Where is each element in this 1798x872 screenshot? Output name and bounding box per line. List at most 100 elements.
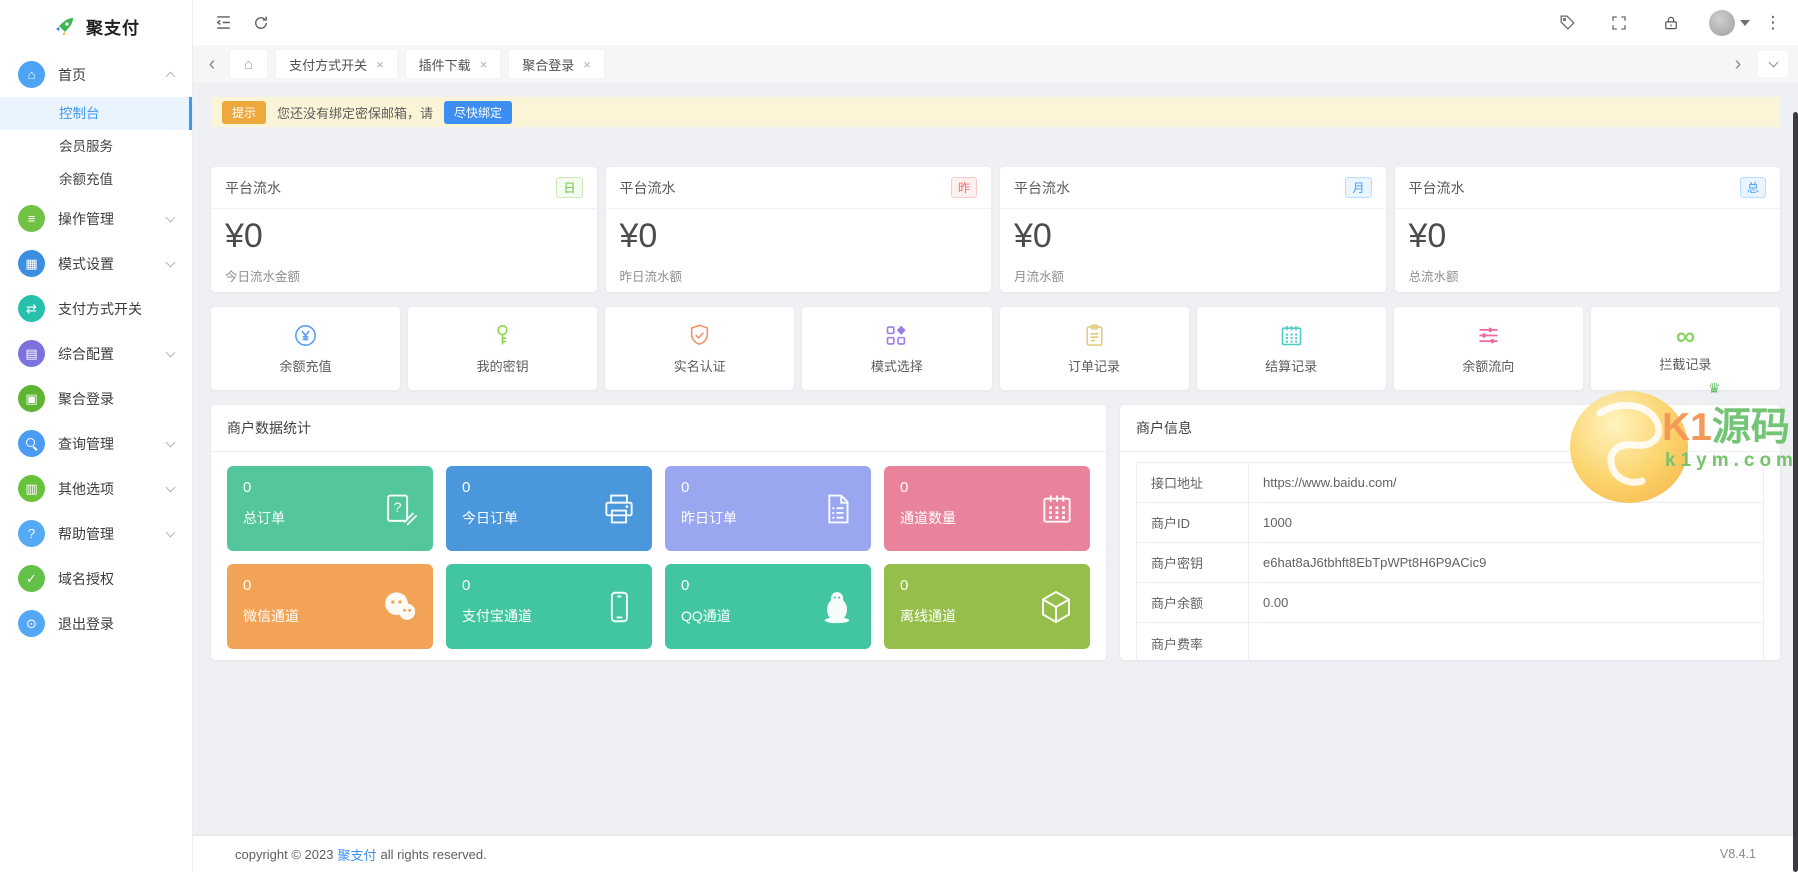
yen-circle-icon — [292, 322, 319, 349]
sidebar-item-aggregate-login[interactable]: ▣ 聚合登录 — [0, 376, 192, 421]
table-row: 商户ID 1000 — [1137, 503, 1763, 543]
clipboard-icon — [1081, 322, 1108, 349]
shield-check-icon — [686, 322, 713, 349]
lock-icon[interactable] — [1657, 9, 1685, 37]
tab-aggregate-login[interactable]: 聚合登录 × — [509, 50, 604, 78]
domain-auth-icon: ✓ — [18, 565, 45, 592]
sidebar-item-config[interactable]: ▤ 综合配置 — [0, 331, 192, 376]
sidebar-item-payment-switch[interactable]: ⇄ 支付方式开关 — [0, 286, 192, 331]
app-logo[interactable]: 聚支付 — [0, 0, 192, 46]
chevron-down-icon — [166, 527, 176, 537]
app-title: 聚支付 — [86, 14, 140, 39]
shortcut-real-name-auth[interactable]: 实名认证 — [605, 307, 794, 390]
sidebar-item-domain-auth[interactable]: ✓ 域名授权 — [0, 556, 192, 601]
tabs-dropdown-button[interactable] — [1758, 51, 1788, 77]
help-icon: ? — [18, 520, 45, 547]
stat-card-offline-channel: 0 离线通道 — [884, 564, 1090, 649]
close-icon[interactable]: × — [480, 57, 488, 72]
sidebar-item-member-service[interactable]: 会员服务 — [0, 130, 192, 163]
shortcut-balance-recharge[interactable]: 余额充值 — [211, 307, 400, 390]
calendar-icon — [1038, 490, 1076, 528]
flow-card-yesterday: 平台流水昨 ¥0 昨日流水额 — [606, 167, 992, 292]
home-submenu: 控制台 会员服务 余额充值 — [0, 97, 192, 196]
sidebar: 聚支付 ⌂ 首页 控制台 会员服务 余额充值 ≡ 操作管理 ▦ 模式设置 ⇄ 支… — [0, 0, 193, 872]
shortcut-settlement-records[interactable]: 结算记录 — [1197, 307, 1386, 390]
sidebar-menu: ⌂ 首页 控制台 会员服务 余额充值 ≡ 操作管理 ▦ 模式设置 ⇄ 支付方式开… — [0, 46, 192, 872]
flow-card-total: 平台流水总 ¥0 总流水额 — [1395, 167, 1781, 292]
home-icon: ⌂ — [244, 56, 253, 73]
tab-payment-switch[interactable]: 支付方式开关 × — [276, 50, 397, 78]
grid-diamond-icon — [883, 322, 910, 349]
copyright-suffix: all rights reserved. — [381, 847, 487, 862]
flow-label: 月流水额 — [1000, 256, 1386, 295]
stat-card-channel-count: 0 通道数量 — [884, 466, 1090, 551]
merchant-id-value: 1000 — [1249, 503, 1292, 542]
window-edge-scrollbar[interactable] — [1793, 112, 1798, 872]
tab-plugin-download[interactable]: 插件下载 × — [406, 50, 501, 78]
tag-icon[interactable] — [1553, 9, 1581, 37]
main-column: ⋮ ‹ ⌂ 支付方式开关 × 插件下载 × 聚合登录 × › 提示 您还没有绑定… — [193, 0, 1798, 872]
bind-email-button[interactable]: 尽快绑定 — [444, 101, 512, 124]
dashboard-content: 提示 您还没有绑定密保邮箱，请 尽快绑定 平台流水日 ¥0 今日流水金额 平台流… — [193, 83, 1798, 835]
merchant-info-panel: 商户信息 接口地址 https://www.baidu.com/ 商户ID 10… — [1120, 405, 1780, 660]
caret-down-icon — [1740, 20, 1750, 26]
sidebar-item-balance-recharge[interactable]: 余额充值 — [0, 163, 192, 196]
flow-value: ¥0 — [1000, 209, 1386, 256]
chevron-down-icon — [1768, 58, 1778, 68]
merchant-stats-panel: 商户数据统计 0 总订单 ? — [211, 405, 1106, 660]
chevron-up-icon — [166, 72, 176, 82]
sidebar-item-query[interactable]: 查询管理 — [0, 421, 192, 466]
chevron-down-icon — [166, 437, 176, 447]
svg-text:?: ? — [394, 500, 402, 516]
refresh-icon[interactable] — [247, 9, 275, 37]
flow-cards-row: 平台流水日 ¥0 今日流水金额 平台流水昨 ¥0 昨日流水额 平台流水月 ¥0 … — [211, 167, 1780, 292]
version-label: V8.4.1 — [1720, 847, 1756, 861]
search-icon — [18, 430, 45, 457]
sidebar-item-mode-settings[interactable]: ▦ 模式设置 — [0, 241, 192, 286]
sidebar-item-logout[interactable]: ⊙ 退出登录 — [0, 601, 192, 646]
shortcut-my-key[interactable]: 我的密钥 — [408, 307, 597, 390]
table-row: 商户余额 0.00 — [1137, 583, 1763, 623]
shortcut-intercept-records[interactable]: ∞ 拦截记录 — [1591, 307, 1780, 390]
sidebar-item-operations[interactable]: ≡ 操作管理 — [0, 196, 192, 241]
config-icon: ▤ — [18, 340, 45, 367]
payment-switch-icon: ⇄ — [18, 295, 45, 322]
sidebar-item-other-options[interactable]: ▥ 其他选项 — [0, 466, 192, 511]
panels-row: 商户数据统计 0 总订单 ? — [211, 405, 1780, 660]
user-menu[interactable] — [1709, 10, 1750, 36]
sidebar-item-console[interactable]: 控制台 — [0, 97, 192, 130]
tabs-back-icon[interactable]: ‹ — [203, 54, 221, 74]
sliders-icon — [1475, 322, 1502, 349]
kebab-icon[interactable]: ⋮ — [1764, 13, 1782, 33]
flow-label: 总流水额 — [1395, 256, 1781, 295]
tabs-forward-icon[interactable]: › — [1729, 54, 1747, 74]
footer-brand-link[interactable]: 聚支付 — [337, 845, 376, 864]
topbar: ⋮ — [193, 0, 1798, 45]
sidebar-item-home[interactable]: ⌂ 首页 — [0, 52, 192, 97]
api-url-value: https://www.baidu.com/ — [1249, 463, 1397, 502]
shortcut-mode-select[interactable]: 模式选择 — [802, 307, 991, 390]
shortcut-order-records[interactable]: 订单记录 — [1000, 307, 1189, 390]
calendar-icon — [1278, 322, 1305, 349]
mode-settings-icon: ▦ — [18, 250, 45, 277]
flow-label: 今日流水金额 — [211, 256, 597, 295]
stat-card-qq-channel: 0 QQ通道 — [665, 564, 871, 649]
flow-value: ¥0 — [211, 209, 597, 256]
chevron-down-icon — [166, 257, 176, 267]
collapse-icon[interactable] — [209, 9, 237, 37]
merchant-info-table: 接口地址 https://www.baidu.com/ 商户ID 1000 商户… — [1136, 462, 1764, 664]
merchant-balance-value: 0.00 — [1249, 583, 1288, 622]
sidebar-item-help[interactable]: ? 帮助管理 — [0, 511, 192, 556]
rocket-icon — [52, 13, 78, 39]
chevron-down-icon — [166, 212, 176, 222]
tab-home[interactable]: ⌂ — [230, 50, 267, 78]
fullscreen-icon[interactable] — [1605, 9, 1633, 37]
chevron-down-icon — [166, 347, 176, 357]
shortcut-row: 余额充值 我的密钥 实名认证 — [211, 307, 1780, 390]
close-icon[interactable]: × — [583, 57, 591, 72]
table-row: 商户密钥 e6hat8aJ6tbhft8EbTpWPt8H6P9ACic9 — [1137, 543, 1763, 583]
merchant-stats-title: 商户数据统计 — [211, 405, 1106, 452]
close-icon[interactable]: × — [376, 57, 384, 72]
shortcut-balance-flow[interactable]: 余额流向 — [1394, 307, 1583, 390]
other-options-icon: ▥ — [18, 475, 45, 502]
